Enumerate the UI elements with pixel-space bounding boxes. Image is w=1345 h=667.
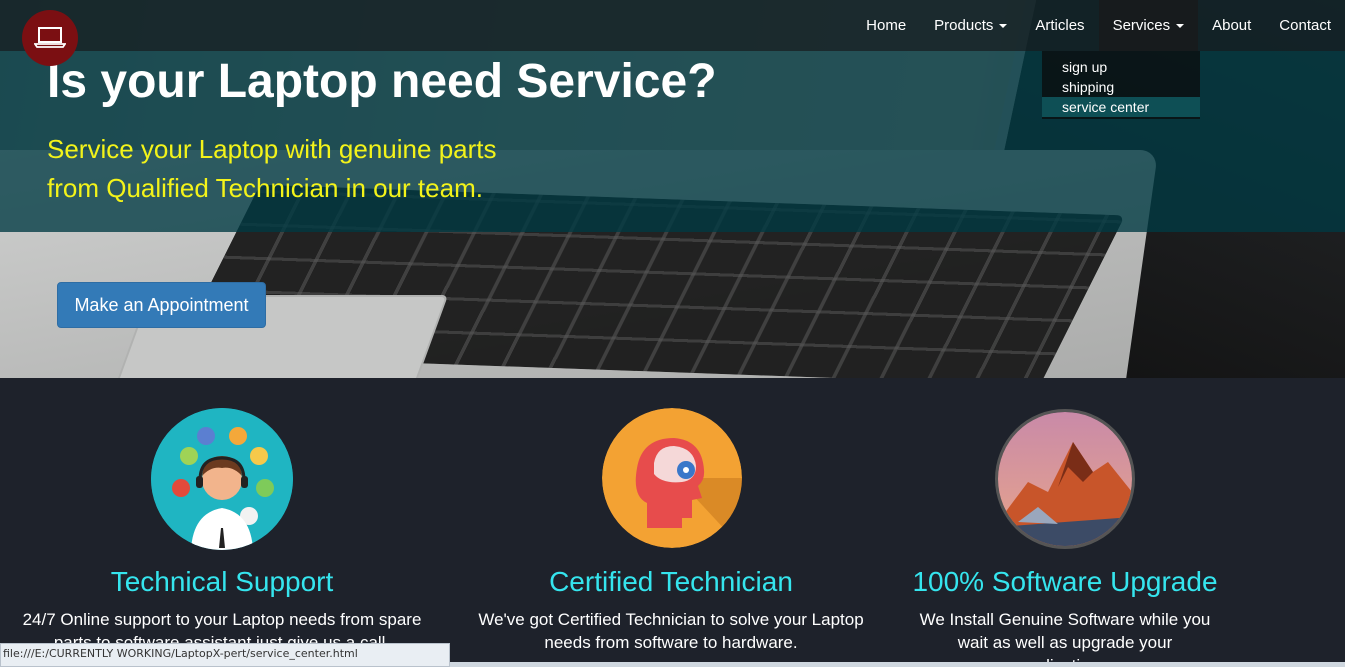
nav-menu: Home Products Articles Services About Co… (852, 0, 1345, 51)
dropdown-item-service-center[interactable]: service center (1042, 97, 1200, 117)
hero-subtitle-line-1: Service your Laptop with genuine parts (47, 134, 497, 164)
laptop-icon (34, 27, 66, 48)
caret-down-icon (1176, 23, 1185, 28)
nav-articles[interactable]: Articles (1021, 0, 1098, 51)
feature-text-line: We've got Certified Technician to solve … (478, 610, 864, 629)
feature-text-line: wait as well as upgrade your (957, 633, 1173, 652)
nav-about[interactable]: About (1198, 0, 1265, 51)
dropdown-item-sign-up[interactable]: sign up (1042, 57, 1200, 77)
taskbar-strip (450, 662, 1345, 667)
nav-products-label: Products (934, 17, 994, 34)
page: Is your Laptop need Service? Service you… (0, 0, 1345, 667)
nav-home-label: Home (866, 17, 907, 34)
support-agent-illustration (151, 408, 293, 550)
feature-title-software-upgrade: 100% Software Upgrade (912, 566, 1218, 597)
nav-services[interactable]: Services (1098, 0, 1199, 51)
navbar: Home Products Articles Services About Co… (0, 0, 1345, 51)
nav-about-label: About (1212, 17, 1252, 34)
brain-head-illustration (602, 408, 742, 548)
services-dropdown: sign up shipping service center (1042, 51, 1200, 119)
hero-subtitle: Service your Laptop with genuine parts f… (47, 130, 497, 208)
nav-contact-label: Contact (1279, 17, 1331, 34)
feature-text-line: We Install Genuine Software while you (919, 610, 1211, 629)
mountain-illustration (998, 412, 1132, 546)
make-appointment-button[interactable]: Make an Appointment (57, 282, 266, 328)
site-logo[interactable] (22, 10, 78, 66)
browser-status-bar: file:///E:/CURRENTLY WORKING/LaptopX-per… (0, 643, 450, 667)
features-section: Technical Support 24/7 Online support to… (0, 378, 1345, 667)
mountain-icon (995, 409, 1135, 549)
support-agent-icon (151, 408, 293, 550)
feature-title-certified-technician: Certified Technician (549, 566, 793, 597)
caret-down-icon (999, 23, 1008, 28)
dropdown-item-shipping[interactable]: shipping (1042, 77, 1200, 97)
nav-contact[interactable]: Contact (1265, 0, 1345, 51)
nav-home[interactable]: Home (852, 0, 920, 51)
feature-text-line: needs from software to hardware. (544, 633, 798, 652)
hero-subtitle-line-2: from Qualified Technician in our team. (47, 173, 483, 203)
hero-title: Is your Laptop need Service? (47, 55, 717, 108)
feature-title-technical-support: Technical Support (110, 566, 334, 597)
feature-text-certified-technician: We've got Certified Technician to solve … (449, 608, 893, 654)
nav-products[interactable]: Products (920, 0, 1021, 51)
nav-services-label: Services (1112, 17, 1171, 34)
brain-head-icon (602, 408, 742, 548)
nav-articles-label: Articles (1035, 17, 1085, 34)
feature-text-line: 24/7 Online support to your Laptop needs… (22, 610, 422, 629)
feature-text-software-upgrade: We Install Genuine Software while you wa… (843, 608, 1287, 667)
